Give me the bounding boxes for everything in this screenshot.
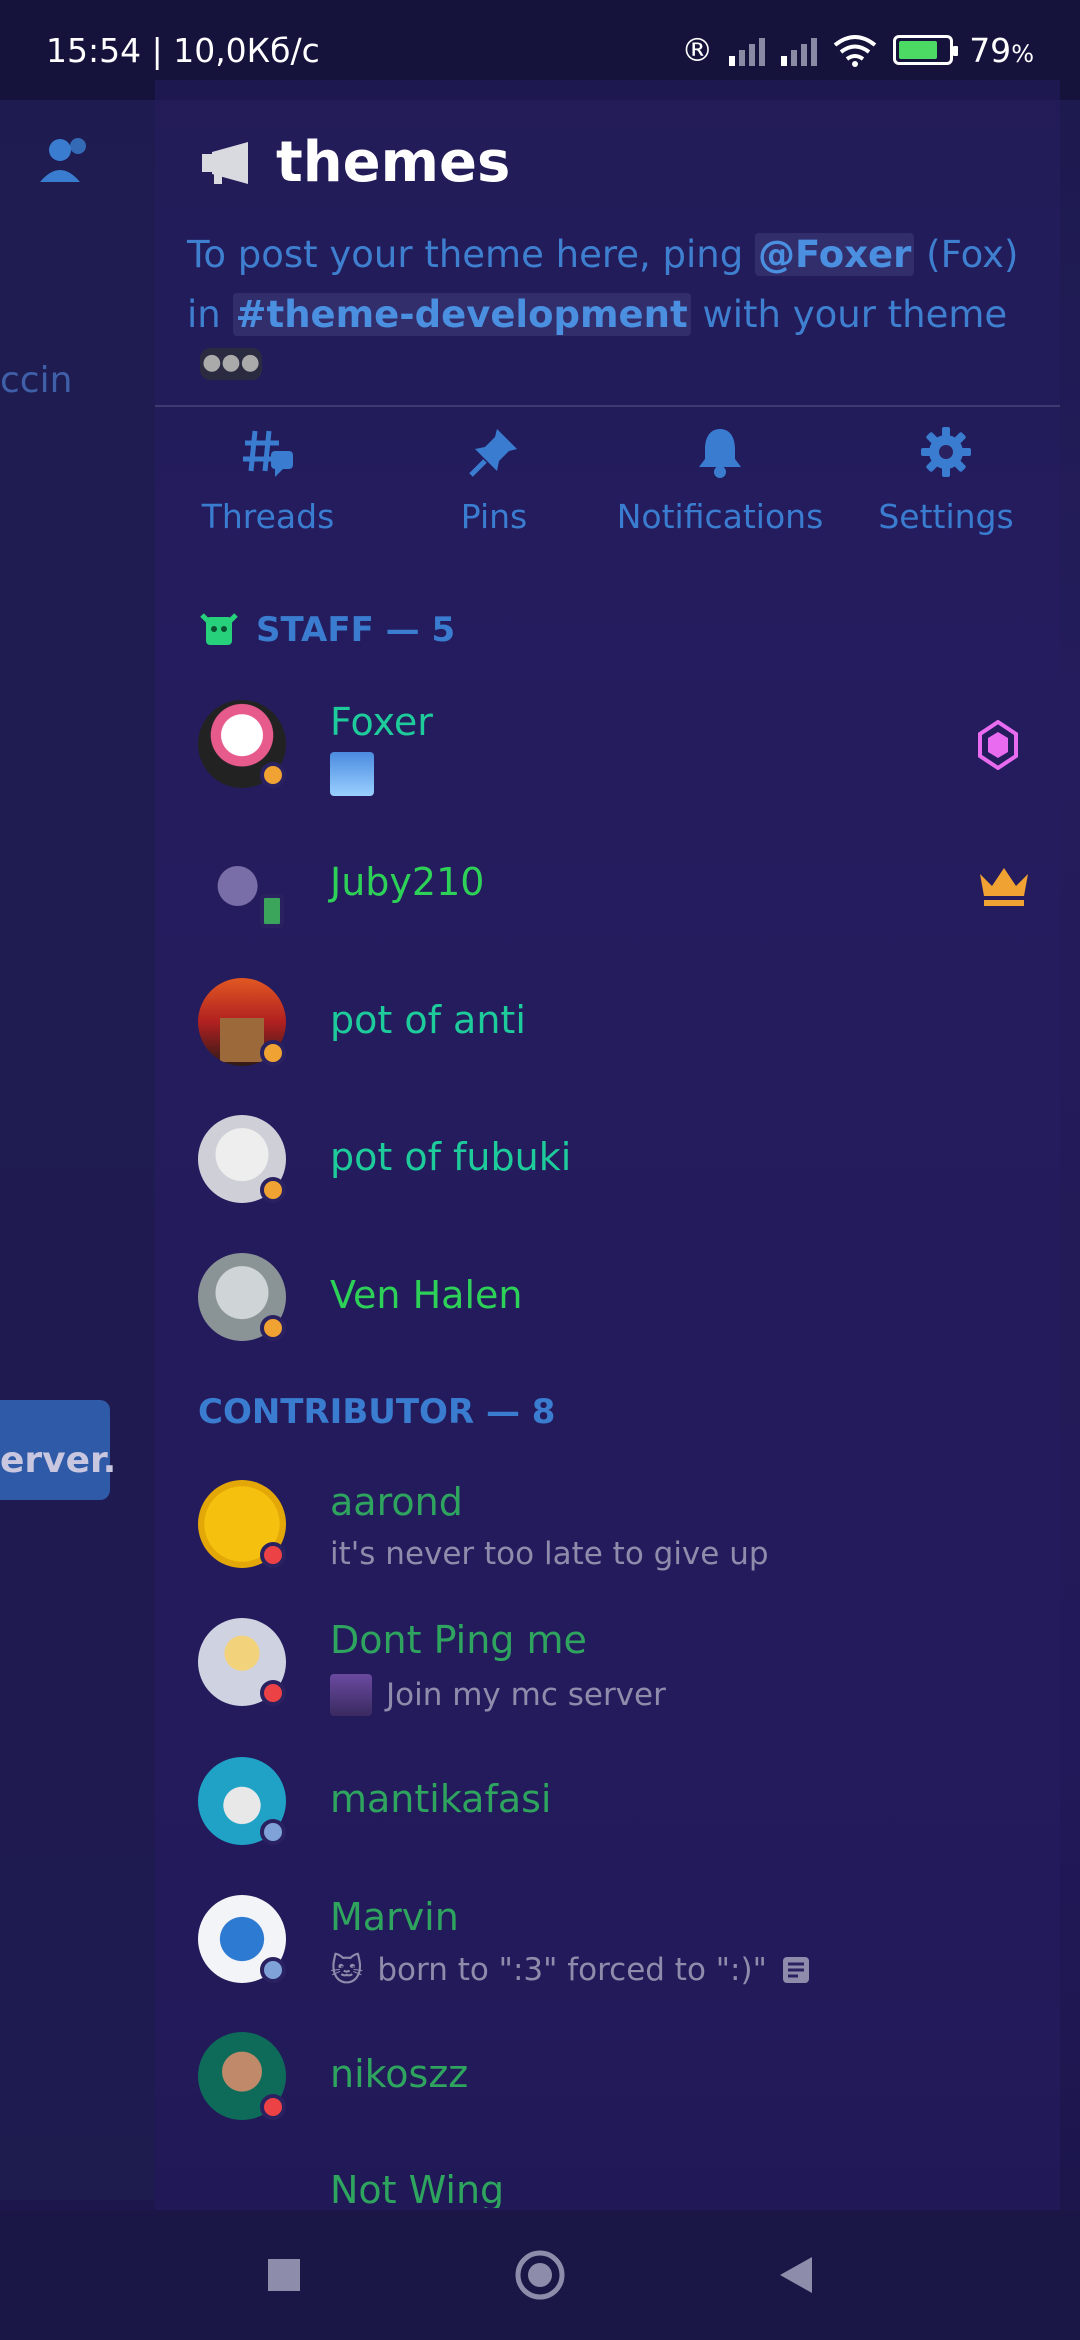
member-status-text: Join my mc server xyxy=(330,1674,666,1716)
member-name: Not Wing xyxy=(330,2168,505,2208)
wifi-icon xyxy=(833,35,877,67)
more-icon[interactable]: ●●● xyxy=(200,348,262,380)
member-name: aarond xyxy=(330,1480,463,1524)
member-nikoszz[interactable]: nikoszz xyxy=(198,2032,1038,2142)
member-pot-of-anti[interactable]: pot of anti xyxy=(198,978,1038,1088)
status-dnd-icon xyxy=(260,1680,286,1706)
member-juby210[interactable]: Juby210 xyxy=(198,842,1038,952)
member-ven-halen[interactable]: Ven Halen xyxy=(198,1253,1038,1363)
channel-topic: To post your theme here, ping @Foxer (Fo… xyxy=(187,233,1019,336)
status-offline-icon xyxy=(260,1819,286,1845)
signal-icon-2 xyxy=(781,34,818,66)
notifications-button[interactable]: Notifications xyxy=(607,425,833,545)
crown-icon xyxy=(980,868,1028,906)
member-name: pot of fubuki xyxy=(330,1135,572,1179)
member-pot-of-fubuki[interactable]: pot of fubuki xyxy=(198,1115,1038,1225)
status-time: 15:54 | 10,0Кб/с xyxy=(46,30,320,70)
member-dont-ping-me[interactable]: Dont Ping me Join my mc server xyxy=(198,1618,1038,1728)
threads-button[interactable]: Threads xyxy=(155,425,381,545)
battery-fill xyxy=(899,41,937,59)
activity-image xyxy=(330,1674,372,1716)
status-dnd-icon xyxy=(260,1542,286,1568)
megaphone-icon xyxy=(202,141,248,184)
status-offline-icon xyxy=(260,1957,286,1983)
status-mobile-icon xyxy=(260,894,284,928)
member-name: Ven Halen xyxy=(330,1273,523,1317)
bell-icon xyxy=(699,429,741,478)
status-icons: ® 79% xyxy=(681,31,1034,70)
system-nav-bar xyxy=(0,2210,1080,2340)
pin-icon xyxy=(469,429,517,477)
user-mention[interactable]: @Foxer xyxy=(755,233,915,276)
member-name: Dont Ping me xyxy=(330,1618,587,1662)
boost-icon xyxy=(978,720,1018,770)
battery-percent: 79% xyxy=(969,30,1034,70)
channel-title: themes xyxy=(200,130,510,195)
settings-button[interactable]: Settings xyxy=(833,425,1059,545)
status-dnd-icon xyxy=(260,2094,286,2120)
member-mantikafasi[interactable]: mantikafasi xyxy=(198,1757,1038,1867)
left-panel-text-2: erver. xyxy=(0,1440,117,1481)
member-foxer[interactable]: Foxer xyxy=(198,700,1038,810)
section-staff-header: STAFF — 5 xyxy=(200,610,455,650)
battery-icon xyxy=(893,35,959,65)
member-activity xyxy=(330,752,374,796)
staff-role-icon xyxy=(200,613,238,645)
member-name: Marvin xyxy=(330,1895,459,1939)
member-aarond[interactable]: aarond it's never too late to give up xyxy=(198,1480,1038,1590)
left-panel: ccin erver. xyxy=(0,100,155,2200)
threads-icon xyxy=(243,430,293,477)
members-icon[interactable] xyxy=(36,130,96,190)
channel-name: themes xyxy=(276,130,511,195)
member-name: pot of anti xyxy=(330,998,526,1042)
member-not-wing[interactable]: Not Wing xyxy=(198,2168,1038,2208)
channel-actions: Threads Pins Notifications Settings xyxy=(155,425,1060,545)
home-button[interactable] xyxy=(514,2249,566,2301)
signal-icon xyxy=(729,34,766,66)
note-icon xyxy=(782,1957,809,1983)
member-name: Foxer xyxy=(330,700,433,744)
channel-mention[interactable]: #theme-development xyxy=(232,293,691,336)
member-name: nikoszz xyxy=(330,2052,469,2096)
left-panel-text: ccin xyxy=(0,360,73,401)
activity-image xyxy=(330,752,374,796)
member-name: Juby210 xyxy=(330,860,485,904)
pins-button[interactable]: Pins xyxy=(381,425,607,545)
channel-header: themes To post your theme here, ping @Fo… xyxy=(155,80,1060,407)
status-idle-icon xyxy=(260,762,286,788)
member-status-text: it's never too late to give up xyxy=(330,1536,769,1572)
back-button[interactable] xyxy=(778,2255,814,2295)
registered-icon: ® xyxy=(681,31,714,69)
status-idle-icon xyxy=(260,1177,286,1203)
member-name: mantikafasi xyxy=(330,1777,552,1821)
recent-apps-button[interactable] xyxy=(266,2257,302,2293)
member-marvin[interactable]: Marvin 🐱 born to ":3" forced to ":)" xyxy=(198,1895,1038,2005)
status-idle-icon xyxy=(260,1315,286,1341)
section-contributor-header: CONTRIBUTOR — 8 xyxy=(198,1392,556,1432)
gear-icon xyxy=(921,427,971,477)
status-idle-icon xyxy=(260,1040,286,1066)
member-status-text: 🐱 born to ":3" forced to ":)" xyxy=(330,1951,811,1989)
cat-icon: 🐱 xyxy=(330,1951,364,1989)
